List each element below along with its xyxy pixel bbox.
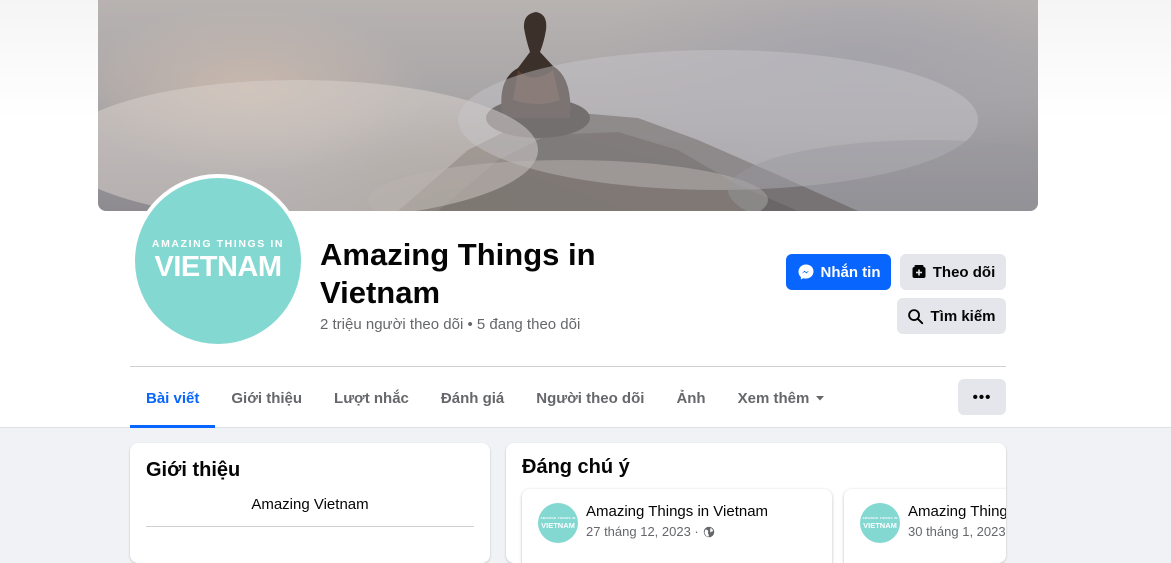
tab-mentions[interactable]: Lượt nhắc — [318, 368, 425, 428]
post-avatar-big-text: VIETNAM — [541, 521, 575, 530]
avatar-logo: AMAZING THINGS IN VIETNAM — [135, 178, 301, 344]
intro-card: Giới thiệu Amazing Vietnam — [130, 443, 490, 563]
follower-stats[interactable]: 2 triệu người theo dõi • 5 đang theo dõi — [320, 316, 580, 333]
profile-header: AMAZING THINGS IN VIETNAM Amazing Things… — [0, 0, 1171, 428]
avatar-logo-big-text: VIETNAM — [154, 251, 283, 283]
tab-about-label: Giới thiệu — [231, 389, 303, 407]
tab-photos[interactable]: Ảnh — [660, 368, 721, 428]
post-author[interactable]: Amazing Things in Vietnam — [908, 503, 1006, 520]
post-date[interactable]: 27 tháng 12, 2023 · — [586, 524, 699, 539]
tab-posts[interactable]: Bài viết — [130, 368, 216, 428]
follow-button[interactable]: Theo dõi — [900, 254, 1006, 290]
avatar-logo-small-text: AMAZING THINGS IN — [151, 238, 285, 250]
tab-reviews[interactable]: Đánh giá — [425, 368, 520, 428]
featured-title: Đáng chú ý — [522, 456, 630, 478]
featured-post[interactable]: AMAZING THINGS IN VIETNAM Amazing Things… — [844, 489, 1006, 563]
intro-divider — [146, 526, 474, 527]
search-button-label: Tìm kiếm — [930, 307, 996, 325]
message-button-label: Nhắn tin — [820, 263, 881, 281]
message-button[interactable]: Nhắn tin — [786, 254, 891, 290]
header-divider — [130, 366, 1006, 367]
featured-card: Đáng chú ý AMAZING THINGS IN VIETNAM Ama… — [506, 443, 1006, 563]
page-avatar[interactable]: AMAZING THINGS IN VIETNAM — [131, 174, 305, 348]
post-avatar-small-text: AMAZING THINGS IN — [540, 516, 576, 520]
post-avatar-small-text: AMAZING THINGS IN — [862, 516, 898, 520]
tab-posts-label: Bài viết — [146, 389, 200, 407]
tab-photos-label: Ảnh — [676, 389, 706, 407]
post-avatar[interactable]: AMAZING THINGS IN VIETNAM — [860, 503, 900, 543]
globe-icon — [703, 526, 715, 537]
post-author[interactable]: Amazing Things in Vietnam — [586, 503, 768, 520]
follow-icon — [912, 265, 926, 278]
tab-more-label: Xem thêm — [737, 389, 810, 407]
intro-description: Amazing Vietnam — [251, 496, 369, 513]
search-icon — [908, 308, 924, 324]
tab-followers[interactable]: Người theo dõi — [520, 368, 660, 428]
caret-down-icon — [816, 396, 825, 401]
page-title: Amazing Things in Vietnam — [320, 237, 596, 310]
more-options-button[interactable]: ••• — [958, 379, 1006, 415]
messenger-icon — [798, 264, 813, 280]
profile-tabs: Bài viết Giới thiệu Lượt nhắc Đánh giá N… — [130, 368, 841, 428]
tab-more[interactable]: Xem thêm — [722, 368, 842, 428]
post-date[interactable]: 30 tháng 1, 2023 · — [908, 524, 1006, 539]
search-button[interactable]: Tìm kiếm — [897, 298, 1006, 334]
tab-mentions-label: Lượt nhắc — [334, 389, 409, 407]
tab-reviews-label: Đánh giá — [440, 389, 505, 407]
post-meta: 30 tháng 1, 2023 · — [908, 524, 1006, 539]
tab-about[interactable]: Giới thiệu — [215, 368, 318, 428]
tab-followers-label: Người theo dõi — [536, 389, 645, 407]
follow-button-label: Theo dõi — [932, 263, 996, 281]
post-meta: 27 tháng 12, 2023 · — [586, 524, 715, 539]
intro-title: Giới thiệu — [146, 459, 241, 481]
featured-post[interactable]: AMAZING THINGS IN VIETNAM Amazing Things… — [522, 489, 832, 563]
post-avatar-big-text: VIETNAM — [863, 521, 897, 530]
post-avatar[interactable]: AMAZING THINGS IN VIETNAM — [538, 503, 578, 543]
